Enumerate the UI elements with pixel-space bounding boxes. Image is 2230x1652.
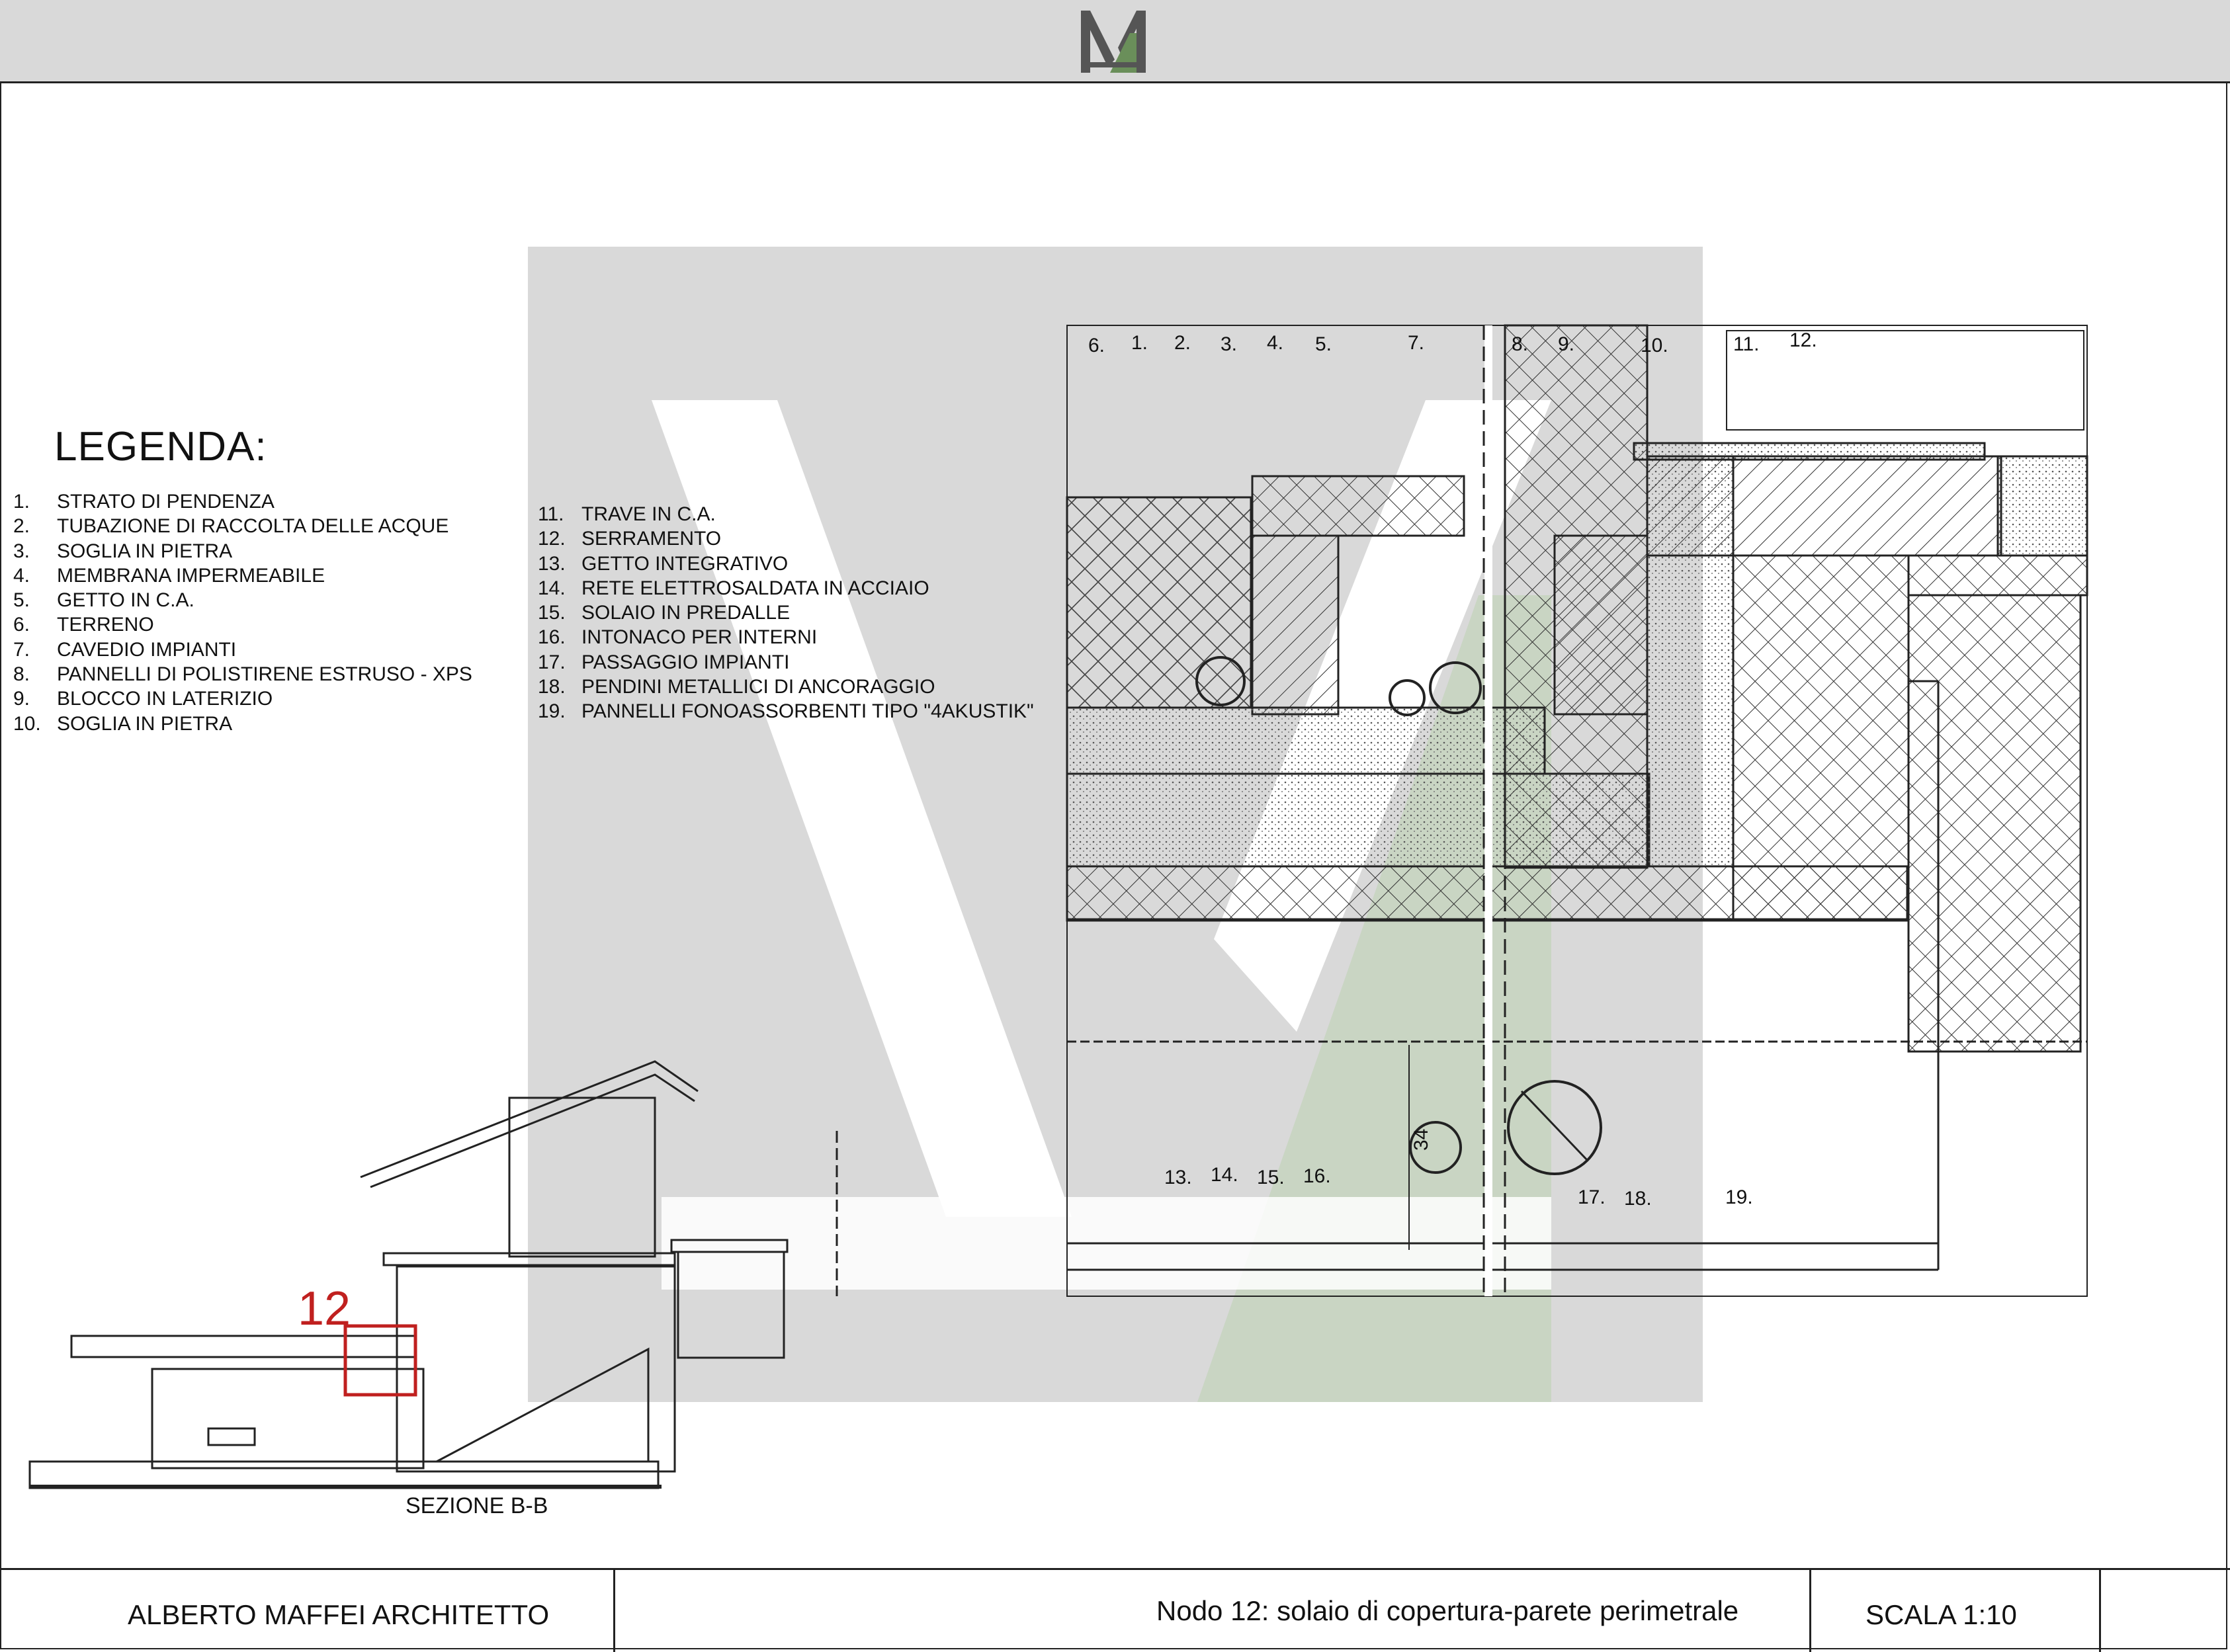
drawing-scale: SCALA 1:10 [1865, 1599, 2017, 1630]
author-cell: ALBERTO MAFFEI ARCHITETTO [0, 1570, 615, 1652]
author-name: ALBERTO MAFFEI ARCHITETTO [128, 1599, 550, 1630]
callout-7: 7. [1408, 332, 1424, 354]
callout-16: 16. [1303, 1165, 1331, 1187]
section-caption: SEZIONE B-B [406, 1493, 548, 1518]
callout-13: 13. [1164, 1167, 1192, 1188]
drawing-title-cell: Nodo 12: solaio di copertura-parete peri… [615, 1570, 1811, 1652]
legend-item: 9. BLOCCO IN LATERIZIO [13, 688, 273, 710]
legend-item: 12. SERRAMENTO [538, 528, 722, 550]
callout-2: 2. [1174, 332, 1191, 354]
callout-1: 1. [1131, 332, 1148, 354]
callout-3: 3. [1221, 333, 1237, 355]
callout-8: 8. [1512, 333, 1528, 355]
legend-item: 2. TUBAZIONE DI RACCOLTA DELLE ACQUE [13, 515, 449, 538]
legend-title: LEGENDA: [54, 424, 267, 470]
callout-19: 19. [1725, 1186, 1753, 1208]
legend-item: 4. MEMBRANA IMPERMEABILE [13, 564, 325, 587]
callout-11: 11. [1733, 333, 1759, 355]
legend-item: 11. TRAVE IN C.A. [538, 503, 716, 525]
title-block-footer: ALBERTO MAFFEI ARCHITETTO Nodo 12: solai… [0, 1568, 2230, 1652]
callout-9: 9. [1558, 333, 1574, 355]
scale-cell: SCALA 1:10 [1811, 1570, 2101, 1652]
callout-4: 4. [1267, 332, 1283, 354]
drawing-canvas: 6. 1. 2. 3. 4. 5. 7. 8. 9. 10. 11. 12. 1… [28, 247, 2088, 1518]
legend-item: 7. CAVEDIO IMPIANTI [13, 638, 237, 661]
legend-item: 13. GETTO INTEGRATIVO [538, 552, 789, 575]
legend-item: 3. SOGLIA IN PIETRA [13, 540, 233, 562]
legend-item: 1. STRATO DI PENDENZA [13, 491, 275, 513]
callout-15: 15. [1257, 1167, 1285, 1188]
node-number-label: 12 [298, 1282, 351, 1335]
callout-17: 17. [1578, 1186, 1606, 1208]
legend-item: 19. PANNELLI FONOASSORBENTI TIPO "4AKUSTI… [538, 700, 1034, 723]
legend-item: 15. SOLAIO IN PREDALLE [538, 602, 791, 624]
legend-item: 17. PASSAGGIO IMPIANTI [538, 651, 790, 673]
callout-10: 10. [1641, 335, 1668, 356]
legend-item: 5. GETTO IN C.A. [13, 589, 194, 612]
callout-12: 12. [1789, 329, 1817, 351]
legend-item: 16. INTONACO PER INTERNI [538, 626, 818, 649]
legend-list-left: 1. STRATO DI PENDENZA 2. TUBAZIONE DI RACC… [13, 489, 472, 736]
callout-18: 18. [1624, 1188, 1652, 1210]
callout-14: 14. [1211, 1164, 1238, 1186]
legend-item: 18. PENDINI METALLICI DI ANCORAGGIO [538, 676, 935, 698]
legend-item: 8. PANNELLI DI POLISTIRENE ESTRUSO - XPS [13, 663, 472, 686]
legend-item: 14. RETE ELETTROSALDATA IN ACCIAIO [538, 577, 929, 599]
legend-item: 6. TERRENO [13, 614, 154, 636]
dimension-label: 34 [1410, 1129, 1432, 1151]
drawing-title: Nodo 12: solaio di copertura-parete peri… [1156, 1595, 1739, 1626]
callout-6: 6. [1088, 335, 1105, 356]
legend-list-right: 11. TRAVE IN C.A. 12. SERRAMENTO 13. GETTO … [538, 502, 1034, 724]
callout-5: 5. [1315, 333, 1332, 355]
legend-item: 10. SOGLIA IN PIETRA [13, 712, 233, 735]
